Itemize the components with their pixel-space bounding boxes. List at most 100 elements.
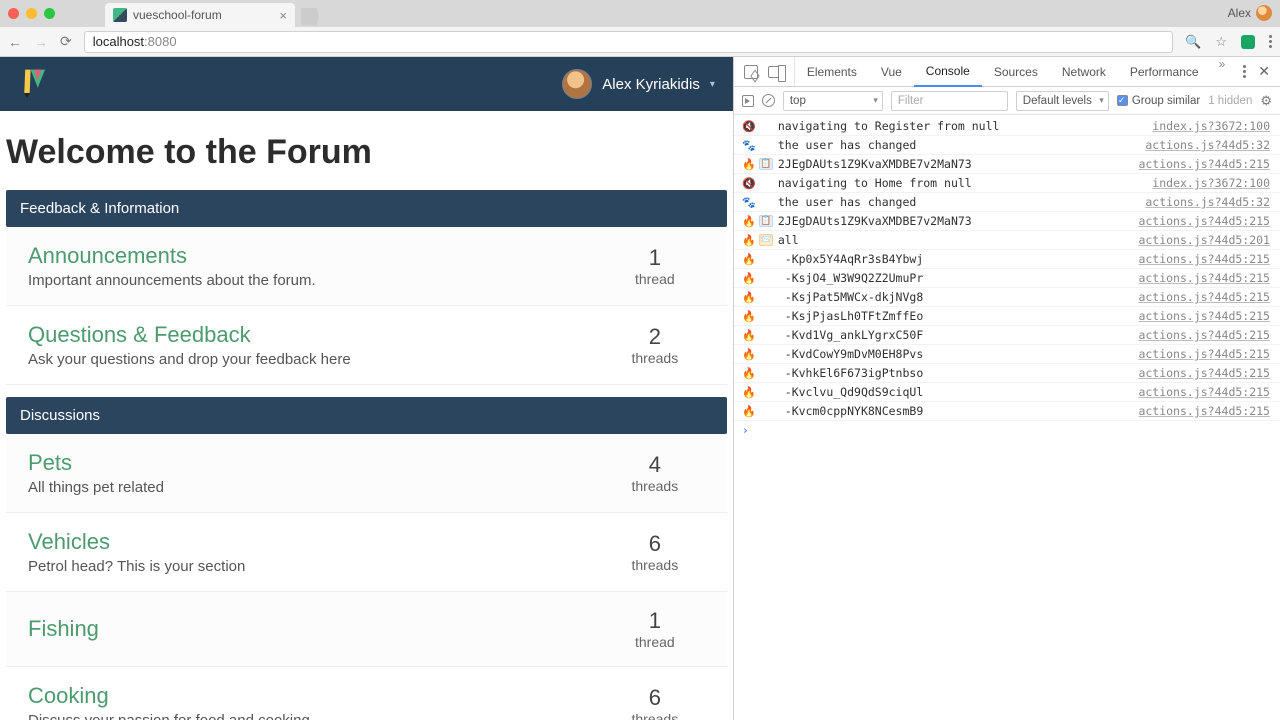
close-devtools-icon[interactable]: ✕ — [1258, 63, 1270, 80]
browser-menu-icon[interactable] — [1269, 35, 1272, 48]
forum-row[interactable]: AnnouncementsImportant announcements abo… — [6, 227, 727, 306]
page-viewport[interactable]: Alex Kyriakidis ▾ Welcome to the Forum F… — [0, 57, 733, 720]
log-source-link[interactable]: actions.js?44d5:215 — [1138, 290, 1270, 304]
url-host: localhost — [93, 34, 144, 49]
site-logo-icon[interactable] — [18, 66, 48, 102]
device-toolbar-icon[interactable] — [768, 66, 784, 78]
hidden-count[interactable]: 1 hidden — [1208, 95, 1252, 107]
vue-devtools-extension-icon[interactable] — [1241, 35, 1255, 49]
log-level-icon: 🐾 — [742, 196, 756, 209]
user-menu[interactable]: Alex Kyriakidis ▾ — [562, 69, 715, 99]
thread-count: 2threads — [605, 324, 705, 366]
log-source-link[interactable]: actions.js?44d5:215 — [1138, 366, 1270, 380]
console-log-row[interactable]: 🔥 -KsjO4_W3W9Q2Z2UmuPractions.js?44d5:21… — [734, 269, 1280, 288]
console-output[interactable]: 🔇navigating to Register from nullindex.j… — [734, 115, 1280, 720]
forum-name[interactable]: Pets — [28, 450, 605, 476]
log-source-link[interactable]: actions.js?44d5:215 — [1138, 309, 1270, 323]
console-settings-icon[interactable]: ⚙ — [1260, 93, 1272, 109]
forum-name[interactable]: Announcements — [28, 243, 605, 269]
inspect-element-icon[interactable] — [744, 65, 758, 79]
forum-name[interactable]: Questions & Feedback — [28, 322, 605, 348]
bookmark-icon[interactable]: ☆ — [1215, 34, 1227, 50]
maximize-window-icon[interactable] — [44, 8, 55, 19]
devtools-tab-sources[interactable]: Sources — [982, 57, 1050, 86]
minimize-window-icon[interactable] — [26, 8, 37, 19]
log-source-link[interactable]: index.js?3672:100 — [1152, 119, 1270, 133]
thread-count: 1thread — [605, 245, 705, 287]
group-similar-toggle[interactable]: Group similar — [1117, 95, 1200, 107]
search-icon[interactable]: 🔍 — [1185, 34, 1201, 50]
category-header[interactable]: Discussions — [6, 397, 727, 434]
url-input[interactable]: localhost:8080 — [84, 31, 1173, 53]
forum-name[interactable]: Cooking — [28, 683, 605, 709]
console-log-row[interactable]: 🔥 -KsjPat5MWCx-dkjNVg8actions.js?44d5:21… — [734, 288, 1280, 307]
devtools-tab-vue[interactable]: Vue — [869, 57, 914, 86]
clear-console-icon[interactable] — [762, 94, 775, 107]
new-tab-button[interactable] — [301, 8, 319, 26]
devtools-menu-icon[interactable] — [1243, 65, 1246, 78]
console-log-row[interactable]: 🔥 -KvhkEl6F673igPtnbsoactions.js?44d5:21… — [734, 364, 1280, 383]
forum-row[interactable]: VehiclesPetrol head? This is your sectio… — [6, 513, 727, 592]
console-log-row[interactable]: 🔥 -Kvcm0cppNYK8NCesmB9actions.js?44d5:21… — [734, 402, 1280, 421]
log-message: -KsjPjasLh0TFtZmffEo — [778, 309, 1139, 323]
console-prompt[interactable] — [734, 421, 1280, 439]
browser-profile[interactable]: Alex — [1228, 5, 1272, 21]
console-log-row[interactable]: 🔇navigating to Home from nullindex.js?36… — [734, 174, 1280, 193]
log-source-link[interactable]: actions.js?44d5:215 — [1138, 347, 1270, 361]
devtools-tab-network[interactable]: Network — [1050, 57, 1118, 86]
log-source-link[interactable]: actions.js?44d5:215 — [1138, 385, 1270, 399]
devtools-tab-console[interactable]: Console — [914, 57, 982, 87]
forum-row[interactable]: Questions & FeedbackAsk your questions a… — [6, 306, 727, 385]
console-log-row[interactable]: 🔥📋2JEgDAUts1Z9KvaXMDBE7v2MaN73actions.js… — [734, 155, 1280, 174]
console-log-row[interactable]: 🐾the user has changedactions.js?44d5:32 — [734, 193, 1280, 212]
log-source-link[interactable]: actions.js?44d5:215 — [1138, 214, 1270, 228]
back-button[interactable]: ← — [8, 34, 22, 50]
log-source-link[interactable]: actions.js?44d5:215 — [1138, 328, 1270, 342]
forum-row[interactable]: CookingDiscuss your passion for food and… — [6, 667, 727, 720]
log-badge-icon: 📋 — [759, 158, 773, 170]
close-window-icon[interactable] — [8, 8, 19, 19]
console-log-row[interactable]: 🔥 -KvdCowY9mDvM0EH8Pvsactions.js?44d5:21… — [734, 345, 1280, 364]
address-bar: ← → ⟳ localhost:8080 🔍 ☆ — [0, 27, 1280, 57]
console-log-row[interactable]: 🔥📋2JEgDAUts1Z9KvaXMDBE7v2MaN73actions.js… — [734, 212, 1280, 231]
log-source-link[interactable]: actions.js?44d5:215 — [1138, 157, 1270, 171]
console-log-row[interactable]: 🔥 -Kvclvu_Qd9QdS9ciqUlactions.js?44d5:21… — [734, 383, 1280, 402]
log-message: -KsjO4_W3W9Q2Z2UmuPr — [778, 271, 1139, 285]
close-tab-icon[interactable]: × — [279, 9, 287, 22]
devtools-tab-elements[interactable]: Elements — [795, 57, 869, 86]
log-level-icon: 🔥 — [742, 234, 756, 247]
log-message: -Kvclvu_Qd9QdS9ciqUl — [778, 385, 1139, 399]
console-log-row[interactable]: 🔥 -Kvd1Vg_ankLYgrxC50Factions.js?44d5:21… — [734, 326, 1280, 345]
devtools-tab-performance[interactable]: Performance — [1118, 57, 1211, 86]
console-filter-input[interactable]: Filter — [891, 91, 1008, 111]
forum-name[interactable]: Fishing — [28, 616, 605, 642]
log-source-link[interactable]: actions.js?44d5:215 — [1138, 252, 1270, 266]
log-source-link[interactable]: index.js?3672:100 — [1152, 176, 1270, 190]
more-tabs-icon[interactable]: » — [1211, 57, 1234, 86]
count-number: 2 — [605, 324, 705, 350]
log-level-icon: 🔥 — [742, 329, 756, 342]
console-log-row[interactable]: 🔥 -Kp0x5Y4AqRr3sB4Ybwjactions.js?44d5:21… — [734, 250, 1280, 269]
log-source-link[interactable]: actions.js?44d5:32 — [1145, 195, 1270, 209]
console-log-row[interactable]: 🐾the user has changedactions.js?44d5:32 — [734, 136, 1280, 155]
log-level-icon: 🔥 — [742, 348, 756, 361]
log-source-link[interactable]: actions.js?44d5:32 — [1145, 138, 1270, 152]
group-similar-label: Group similar — [1132, 95, 1200, 107]
reload-button[interactable]: ⟳ — [60, 33, 72, 50]
execution-context-select[interactable]: top — [783, 91, 883, 111]
console-log-row[interactable]: 🔥📨allactions.js?44d5:201 — [734, 231, 1280, 250]
forum-row[interactable]: PetsAll things pet related4threads — [6, 434, 727, 513]
console-sidebar-toggle-icon[interactable] — [742, 95, 754, 107]
thread-count: 6threads — [605, 685, 705, 720]
forum-row[interactable]: Fishing1thread — [6, 592, 727, 667]
browser-tab[interactable]: vueschool-forum × — [105, 3, 295, 27]
log-source-link[interactable]: actions.js?44d5:215 — [1138, 404, 1270, 418]
console-log-row[interactable]: 🔇navigating to Register from nullindex.j… — [734, 117, 1280, 136]
log-source-link[interactable]: actions.js?44d5:201 — [1138, 233, 1270, 247]
count-label: threads — [605, 478, 705, 494]
log-levels-select[interactable]: Default levels — [1016, 91, 1109, 111]
console-log-row[interactable]: 🔥 -KsjPjasLh0TFtZmffEoactions.js?44d5:21… — [734, 307, 1280, 326]
log-source-link[interactable]: actions.js?44d5:215 — [1138, 271, 1270, 285]
category-header[interactable]: Feedback & Information — [6, 190, 727, 227]
forum-name[interactable]: Vehicles — [28, 529, 605, 555]
